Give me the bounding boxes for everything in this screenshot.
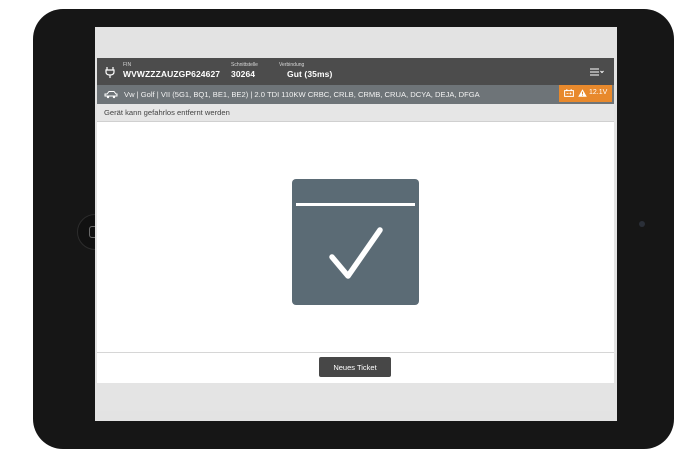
success-panel (292, 179, 419, 305)
battery-voltage-badge[interactable]: 12.1V (559, 85, 612, 102)
status-bar: Gerät kann gefahrlos entfernt werden (97, 104, 614, 122)
success-divider (296, 203, 415, 206)
status-message: Gerät kann gefahrlos entfernt werden (104, 108, 230, 117)
hamburger-menu-icon[interactable] (590, 68, 604, 76)
camera-lens (639, 221, 645, 227)
warning-icon (578, 89, 587, 97)
bottom-strip (97, 383, 614, 411)
plug-icon (105, 67, 115, 78)
connection-field: Verbindung Gut (35ms) (279, 62, 332, 80)
connection-value: Gut (35ms) (287, 69, 333, 79)
battery-icon (564, 89, 574, 97)
interface-field: Schnittstelle 30264 (231, 62, 258, 80)
device-screen: FIN WVWZZZAUZGP624627 Schnittstelle 3026… (95, 27, 617, 421)
battery-voltage: 12.1V (589, 89, 608, 96)
fin-field: FIN WVWZZZAUZGP624627 (123, 62, 220, 80)
connection-header: FIN WVWZZZAUZGP624627 Schnittstelle 3026… (97, 58, 614, 85)
new-ticket-button[interactable]: Neues Ticket (319, 357, 391, 377)
vehicle-info-bar: Vw | Golf | VII (5G1, BQ1, BE1, BE2) | 2… (97, 85, 614, 104)
car-icon (104, 91, 118, 99)
app-window: FIN WVWZZZAUZGP624627 Schnittstelle 3026… (97, 58, 614, 411)
fin-value: WVWZZZAUZGP624627 (123, 69, 221, 79)
footer-bar: Neues Ticket (97, 352, 614, 383)
checkmark-icon (329, 227, 383, 279)
vehicle-description: Vw | Golf | VII (5G1, BQ1, BE1, BE2) | 2… (124, 90, 480, 99)
interface-value: 30264 (231, 69, 256, 79)
